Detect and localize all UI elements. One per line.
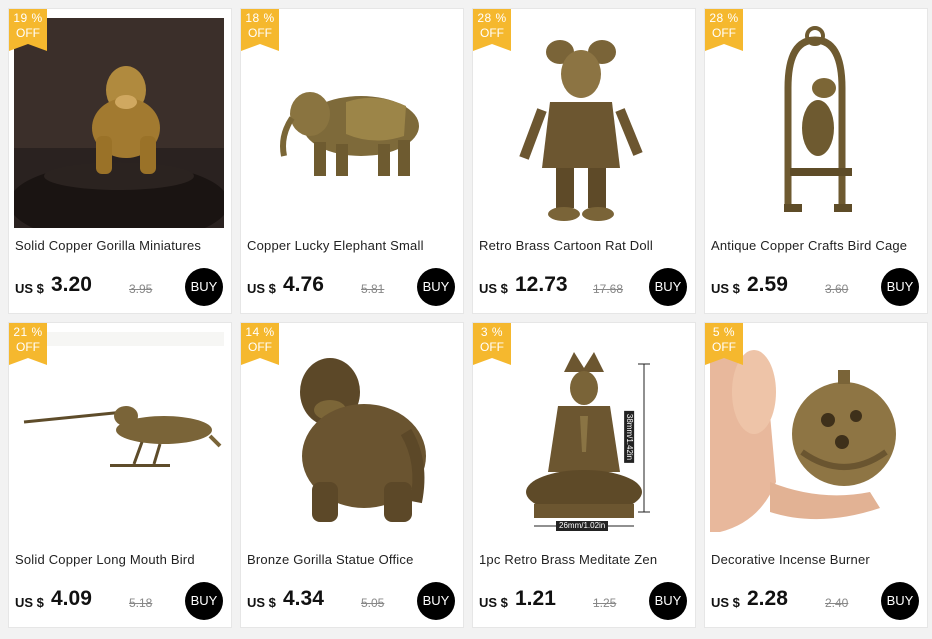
buy-button[interactable]: BUY — [881, 582, 919, 620]
original-price: 2.40 — [825, 596, 849, 610]
product-card[interactable]: 28 % OFF Retro Brass Cartoon Rat Doll US… — [472, 8, 696, 314]
currency-label: US $ — [479, 595, 508, 610]
product-price: 1.21 — [515, 587, 556, 610]
product-title[interactable]: Decorative Incense Burner — [711, 552, 925, 567]
currency-label: US $ — [711, 281, 740, 296]
discount-badge: 19 % OFF — [9, 9, 47, 51]
currency-label: US $ — [15, 595, 44, 610]
width-dimension-label: 26mm/1.02in — [556, 521, 609, 531]
discount-off-label: OFF — [712, 340, 736, 354]
discount-off-label: OFF — [16, 26, 40, 40]
discount-badge: 18 % OFF — [241, 9, 279, 51]
original-price: 5.18 — [129, 596, 153, 610]
product-title[interactable]: Solid Copper Long Mouth Bird — [15, 552, 229, 567]
discount-percent: 28 % — [709, 11, 739, 25]
original-price: 3.95 — [129, 282, 153, 296]
discount-badge: 28 % OFF — [705, 9, 743, 51]
product-price: 12.73 — [515, 273, 568, 296]
discount-off-label: OFF — [248, 26, 272, 40]
currency-label: US $ — [711, 595, 740, 610]
discount-percent: 5 % — [712, 325, 736, 339]
currency-label: US $ — [247, 595, 276, 610]
currency-label: US $ — [247, 281, 276, 296]
discount-badge: 5 % OFF — [705, 323, 743, 365]
product-card[interactable]: 26mm/1.02in 38mm/1.42in 3 % OFF 1pc Retr… — [472, 322, 696, 628]
buy-button[interactable]: BUY — [185, 582, 223, 620]
product-title[interactable]: Copper Lucky Elephant Small — [247, 238, 461, 253]
discount-off-label: OFF — [480, 340, 504, 354]
buy-button[interactable]: BUY — [649, 582, 687, 620]
currency-label: US $ — [479, 281, 508, 296]
buy-button[interactable]: BUY — [649, 268, 687, 306]
original-price: 1.25 — [593, 596, 617, 610]
product-card[interactable]: 19 % OFF Solid Copper Gorilla Miniatures… — [8, 8, 232, 314]
product-title[interactable]: Solid Copper Gorilla Miniatures — [15, 238, 229, 253]
product-grid: 19 % OFF Solid Copper Gorilla Miniatures… — [0, 0, 932, 639]
discount-badge: 21 % OFF — [9, 323, 47, 365]
product-price: 4.09 — [51, 587, 92, 610]
product-title[interactable]: 1pc Retro Brass Meditate Zen — [479, 552, 693, 567]
product-price: 2.59 — [747, 273, 788, 296]
discount-off-label: OFF — [248, 340, 272, 354]
original-price: 3.60 — [825, 282, 849, 296]
product-card[interactable]: 28 % OFF Antique Copper Crafts Bird Cage… — [704, 8, 928, 314]
buy-button[interactable]: BUY — [417, 268, 455, 306]
buy-button[interactable]: BUY — [417, 582, 455, 620]
discount-percent: 18 % — [245, 11, 275, 25]
product-title[interactable]: Bronze Gorilla Statue Office — [247, 552, 461, 567]
discount-percent: 3 % — [480, 325, 504, 339]
original-price: 5.81 — [361, 282, 385, 296]
product-price: 2.28 — [747, 587, 788, 610]
product-card[interactable]: 18 % OFF Copper Lucky Elephant Small US … — [240, 8, 464, 314]
discount-badge: 28 % OFF — [473, 9, 511, 51]
product-card[interactable]: 14 % OFF Bronze Gorilla Statue Office US… — [240, 322, 464, 628]
discount-badge: 3 % OFF — [473, 323, 511, 365]
product-price: 4.34 — [283, 587, 324, 610]
discount-percent: 14 % — [245, 325, 275, 339]
discount-percent: 19 % — [13, 11, 43, 25]
product-title[interactable]: Antique Copper Crafts Bird Cage — [711, 238, 925, 253]
product-title[interactable]: Retro Brass Cartoon Rat Doll — [479, 238, 693, 253]
product-card[interactable]: 21 % OFF Solid Copper Long Mouth Bird US… — [8, 322, 232, 628]
discount-off-label: OFF — [712, 26, 736, 40]
discount-badge: 14 % OFF — [241, 323, 279, 365]
original-price: 17.68 — [593, 282, 624, 296]
discount-off-label: OFF — [480, 26, 504, 40]
discount-percent: 28 % — [477, 11, 507, 25]
discount-percent: 21 % — [13, 325, 43, 339]
product-price: 3.20 — [51, 273, 92, 296]
buy-button[interactable]: BUY — [185, 268, 223, 306]
currency-label: US $ — [15, 281, 44, 296]
discount-off-label: OFF — [16, 340, 40, 354]
product-card[interactable]: 5 % OFF Decorative Incense Burner US $ 2… — [704, 322, 928, 628]
original-price: 5.05 — [361, 596, 385, 610]
height-dimension-label: 38mm/1.42in — [624, 410, 635, 464]
product-price: 4.76 — [283, 273, 324, 296]
buy-button[interactable]: BUY — [881, 268, 919, 306]
